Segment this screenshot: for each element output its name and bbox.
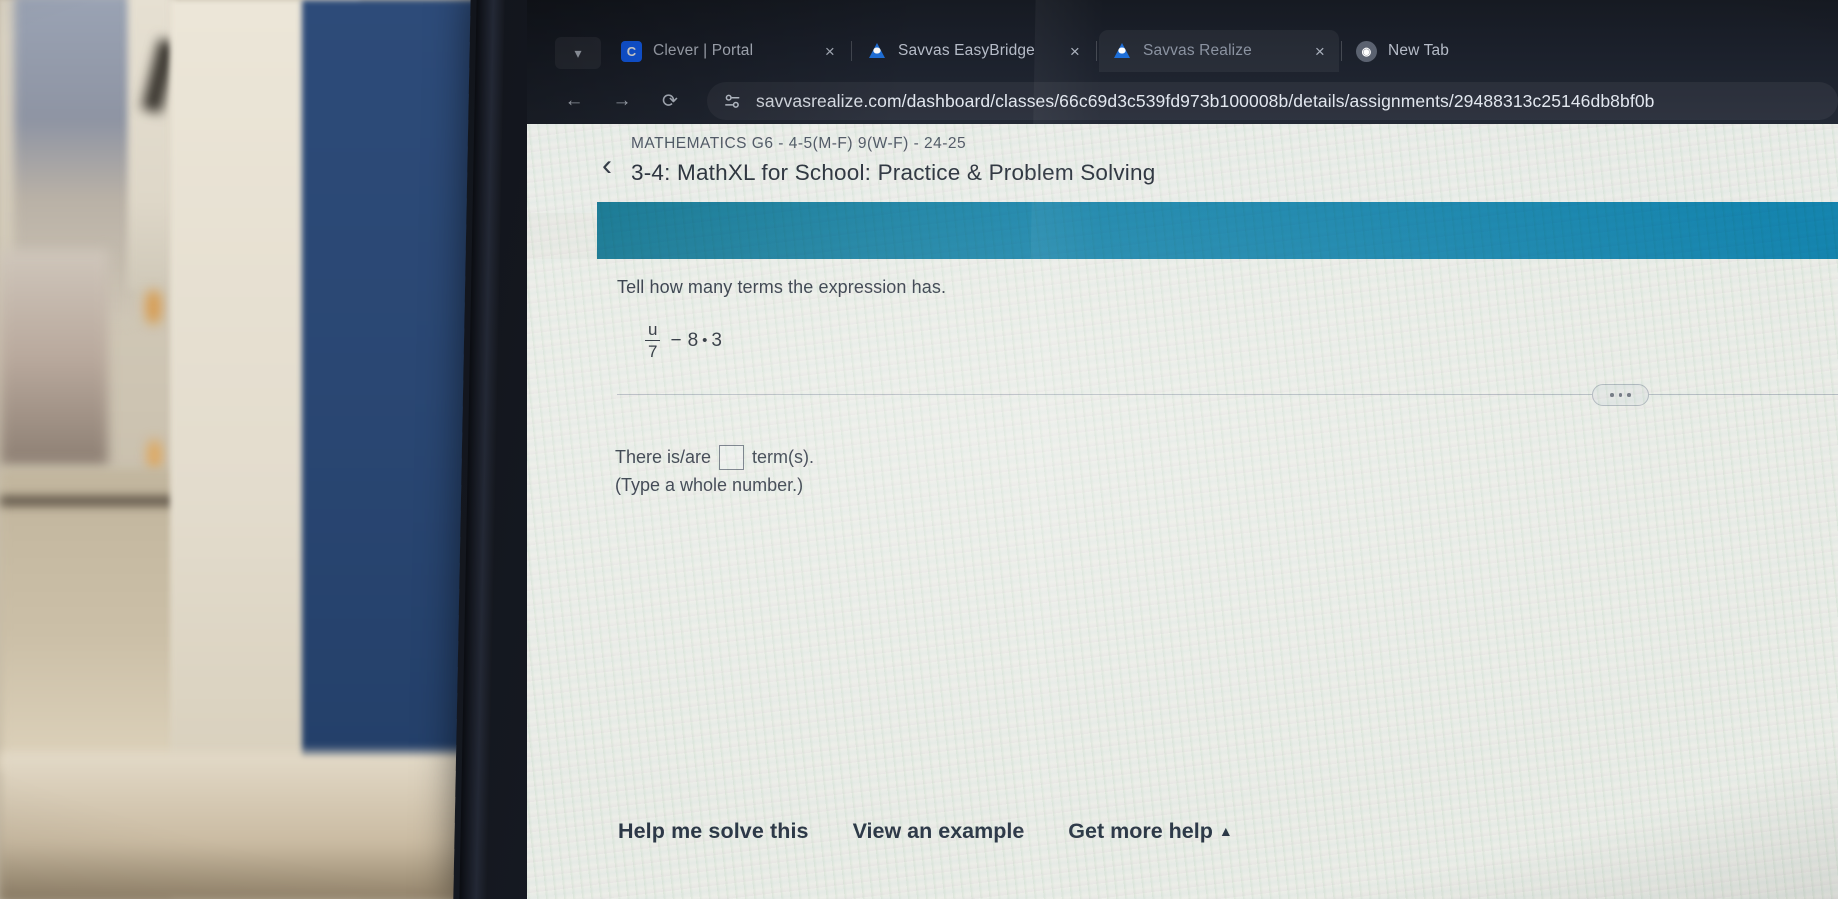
tab-divider — [1096, 41, 1097, 61]
question-content: Tell how many terms the expression has. … — [527, 259, 1838, 899]
answer-input[interactable] — [719, 444, 745, 470]
get-more-help-label: Get more help — [1068, 819, 1213, 843]
reload-icon[interactable]: ⟳ — [653, 84, 687, 118]
footer-action-bar: Help me solve this View an example Get m… — [527, 819, 1838, 844]
tab-divider — [1341, 41, 1342, 61]
tab-title: Savvas Realize — [1143, 42, 1252, 59]
room-baseboard — [0, 496, 180, 506]
dot — [1618, 393, 1623, 397]
section-divider — [617, 394, 1838, 395]
screenshot-root: ▾ C Clever | Portal × Savvas EasyBridge — [0, 0, 1838, 899]
minus-operator: − — [670, 329, 682, 351]
multiply-operator: • — [702, 332, 708, 350]
answer-prefix-label: There is/are — [615, 447, 712, 467]
address-bar[interactable]: savvasrealize.com/dashboard/classes/66c6… — [707, 82, 1838, 120]
help-me-solve-this-button[interactable]: Help me solve this — [618, 819, 809, 844]
back-chevron-icon[interactable]: ‹ — [587, 151, 627, 181]
answer-sentence: There is/are term(s). — [615, 444, 814, 470]
back-icon[interactable]: ← — [557, 84, 591, 118]
browser-tab-clever[interactable]: C Clever | Portal × — [609, 30, 849, 72]
page-viewport: ‹ MATHEMATICS G6 - 4-5(M-F) 9(W-F) - 24-… — [527, 124, 1838, 899]
browser-chrome: ▾ C Clever | Portal × Savvas EasyBridge — [527, 0, 1838, 124]
ellipsis-icon[interactable] — [1592, 384, 1649, 406]
tab-title: Savvas EasyBridge — [898, 42, 1035, 59]
room-blurred-object-lower — [0, 250, 108, 465]
tab-title: Clever | Portal — [653, 42, 754, 59]
browser-tab-new-tab[interactable]: ◉ New Tab — [1344, 30, 1584, 72]
answer-area: There is/are term(s). (Type a whole numb… — [615, 444, 814, 498]
answer-hint: (Type a whole number.) — [615, 475, 804, 496]
room-color-accent-lower — [148, 440, 161, 470]
savvas-icon — [866, 41, 887, 62]
question-prompt: Tell how many terms the expression has. — [617, 277, 947, 297]
clever-icon: C — [621, 40, 642, 62]
breadcrumb: MATHEMATICS G6 - 4-5(M-F) 9(W-F) - 24-25 — [631, 135, 967, 152]
savvas-icon — [1111, 41, 1132, 62]
browser-tab-savvas-realize[interactable]: Savvas Realize × — [1099, 30, 1339, 72]
close-icon[interactable]: × — [1052, 43, 1080, 60]
caret-up-icon: ▲ — [1218, 823, 1233, 839]
header-text-group: MATHEMATICS G6 - 4-5(M-F) 9(W-F) - 24-25… — [631, 135, 1155, 186]
site-settings-icon[interactable] — [723, 92, 742, 111]
get-more-help-button[interactable]: Get more help ▲ — [1068, 819, 1232, 844]
url-text: savvasrealize.com/dashboard/classes/66c6… — [756, 90, 1655, 111]
fraction-numerator: u — [648, 320, 658, 339]
address-bar-row: ← → ⟳ savvasrealize.com/dashboard/classe… — [527, 78, 1838, 124]
tab-divider — [851, 41, 852, 61]
assignment-banner — [597, 202, 1838, 259]
browser-window: ▾ C Clever | Portal × Savvas EasyBridge — [527, 0, 1838, 899]
factor-a: 8 — [687, 329, 699, 351]
chrome-icon: ◉ — [1356, 40, 1377, 62]
tab-title: New Tab — [1388, 42, 1450, 59]
page-title: 3-4: MathXL for School: Practice & Probl… — [631, 160, 1156, 185]
close-icon[interactable]: × — [1297, 43, 1325, 60]
answer-suffix-label: term(s). — [752, 447, 815, 467]
dot — [1610, 393, 1614, 397]
assignment-header: ‹ MATHEMATICS G6 - 4-5(M-F) 9(W-F) - 24-… — [527, 124, 1838, 213]
fraction-bar — [645, 339, 661, 342]
close-icon[interactable]: × — [807, 43, 835, 60]
forward-icon[interactable]: → — [605, 84, 639, 118]
fraction-denominator: 7 — [648, 341, 658, 361]
dot — [1627, 393, 1631, 397]
room-color-accent-upper — [146, 290, 161, 324]
view-an-example-button[interactable]: View an example — [853, 819, 1025, 844]
factor-b: 3 — [711, 329, 722, 351]
chevron-down-icon[interactable]: ▾ — [555, 37, 601, 69]
browser-tab-easybridge[interactable]: Savvas EasyBridge × — [854, 30, 1094, 72]
math-expression: u 7 − 8 • 3 — [645, 321, 722, 360]
tab-strip: ▾ C Clever | Portal × Savvas EasyBridge — [527, 26, 1838, 76]
fraction: u 7 — [645, 320, 661, 361]
